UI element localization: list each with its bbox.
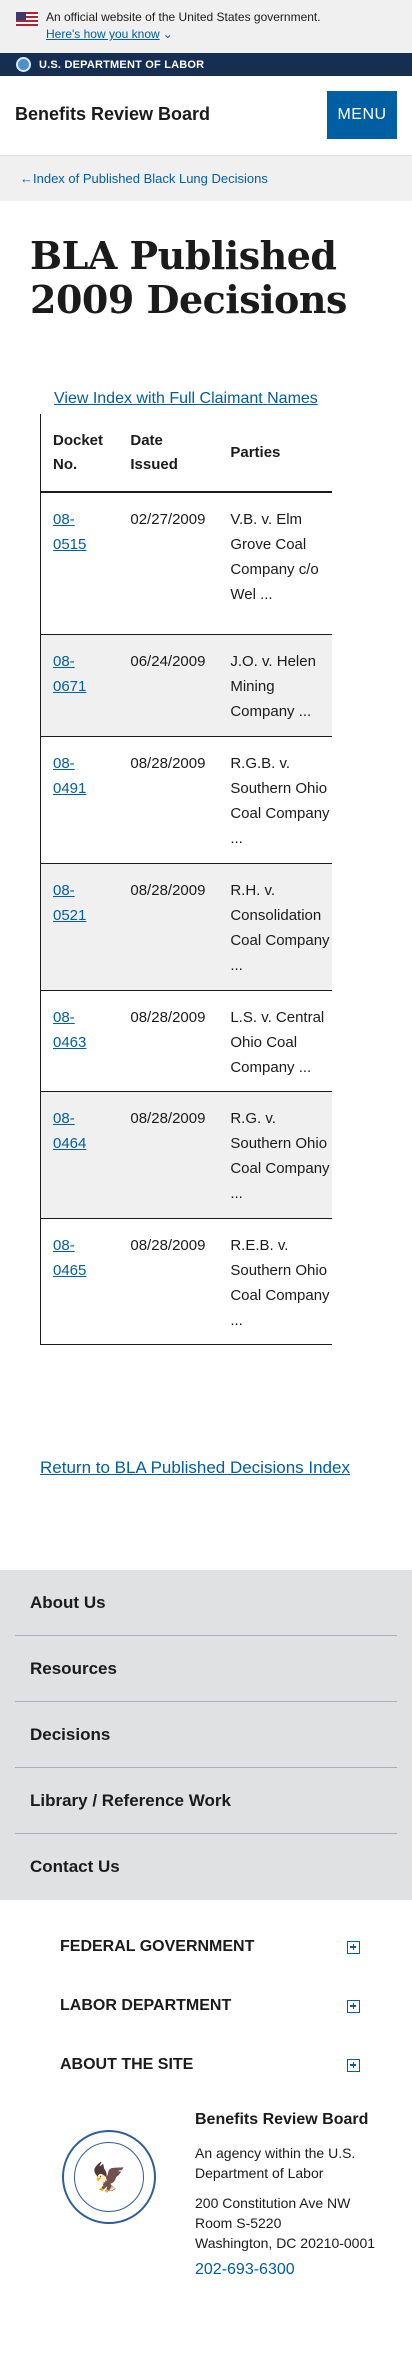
table-row: 08-0515 02/27/2009 V.B. v. Elm Grove Coa… (40, 492, 332, 635)
chevron-down-icon: ⌄ (162, 27, 173, 41)
footer-phone-link[interactable]: 202-693-6300 (195, 2259, 395, 2281)
breadcrumb-link[interactable]: ←Index of Published Black Lung Decisions (20, 171, 268, 186)
footer-section-label: LABOR DEPARTMENT (60, 1997, 232, 2014)
parties-cell: R.H. v. Consolidation Coal Company ... (218, 863, 332, 991)
site-header: Benefits Review Board MENU (0, 76, 412, 156)
footer-nav-library[interactable]: Library / Reference Work (15, 1768, 397, 1834)
docket-cell: 08-0521 (40, 863, 119, 991)
dol-seal-small-icon (16, 57, 31, 72)
header-parties: Parties (218, 414, 332, 493)
table-row: 08-0671 06/24/2009 J.O. v. Helen Mining … (40, 634, 332, 737)
return-to-index-link[interactable]: Return to BLA Published Decisions Index (40, 1458, 350, 1478)
footer-nav-about-us[interactable]: About Us (15, 1570, 397, 1636)
decisions-table: Docket No. Date Issued Parties 08-0515 0… (40, 414, 332, 1345)
breadcrumb: ←Index of Published Black Lung Decisions (0, 156, 412, 201)
docket-link[interactable]: 08-0465 (53, 1237, 86, 1279)
footer-address-3: Washington, DC 20210-0001 (195, 2235, 376, 2251)
date-cell: 08/28/2009 (118, 863, 219, 991)
footer-agency-info: Benefits Review Board An agency within t… (195, 2109, 395, 2281)
heres-how-you-know-label: Here's how you know (46, 27, 160, 41)
agency-bar-label[interactable]: U.S. DEPARTMENT OF LABOR (39, 59, 204, 71)
gov-banner-text: An official website of the United States… (46, 10, 321, 24)
footer-section-label: FEDERAL GOVERNMENT (60, 1938, 255, 1955)
date-cell: 08/28/2009 (118, 1218, 219, 1345)
docket-cell: 08-0671 (40, 634, 119, 737)
table-row: 08-0463 08/28/2009 L.S. v. Central Ohio … (40, 990, 332, 1092)
table-row: 08-0491 08/28/2009 R.G.B. v. Southern Oh… (40, 736, 332, 864)
gov-banner: An official website of the United States… (0, 0, 412, 53)
docket-link[interactable]: 08-0491 (53, 755, 86, 797)
footer-section-label: ABOUT THE SITE (60, 2056, 194, 2073)
agency-bar: U.S. DEPARTMENT OF LABOR (0, 53, 412, 76)
docket-link[interactable]: 08-0464 (53, 1110, 86, 1152)
footer-address-1: 200 Constitution Ave NW (195, 2195, 351, 2211)
docket-cell: 08-0464 (40, 1091, 119, 1219)
footer-section-labor-department[interactable]: LABOR DEPARTMENT (60, 1991, 360, 2021)
parties-cell: R.E.B. v. Southern Ohio Coal Company ... (218, 1218, 332, 1345)
page-title: BLA Published 2009 Decisions (30, 233, 347, 322)
table-row: 08-0465 08/28/2009 R.E.B. v. Southern Oh… (40, 1218, 332, 1345)
date-cell: 08/28/2009 (118, 736, 219, 864)
footer-nav-contact-us[interactable]: Contact Us (15, 1834, 397, 1900)
date-cell: 06/24/2009 (118, 634, 219, 737)
footer-agency-desc-2: Department of Labor (195, 2165, 324, 2181)
plus-box-icon (347, 2058, 360, 2072)
seal-emblem: 🦅 (74, 2142, 144, 2212)
footer-section-federal-government[interactable]: FEDERAL GOVERNMENT (60, 1932, 360, 1962)
header-docket: Docket No. (40, 414, 119, 493)
footer-nav: About Us Resources Decisions Library / R… (0, 1570, 412, 1900)
dol-seal-icon: 🦅 (62, 2130, 156, 2224)
header-date: Date Issued (118, 414, 219, 493)
parties-cell: L.S. v. Central Ohio Coal Company ... (218, 990, 332, 1092)
arrow-left-icon: ← (20, 171, 33, 186)
footer-nav-resources[interactable]: Resources (15, 1636, 397, 1702)
plus-box-icon (347, 1999, 360, 2013)
breadcrumb-label: Index of Published Black Lung Decisions (33, 171, 268, 186)
docket-cell: 08-0465 (40, 1218, 119, 1345)
parties-cell: R.G. v. Southern Ohio Coal Company ... (218, 1091, 332, 1219)
docket-cell: 08-0463 (40, 990, 119, 1092)
date-cell: 02/27/2009 (118, 492, 219, 635)
docket-link[interactable]: 08-0671 (53, 653, 86, 695)
parties-cell: J.O. v. Helen Mining Company ... (218, 634, 332, 737)
docket-link[interactable]: 08-0463 (53, 1009, 86, 1051)
date-cell: 08/28/2009 (118, 1091, 219, 1219)
docket-link[interactable]: 08-0515 (53, 511, 86, 553)
table-row: 08-0521 08/28/2009 R.H. v. Consolidation… (40, 863, 332, 991)
footer-section-about-the-site[interactable]: ABOUT THE SITE (60, 2050, 360, 2080)
docket-cell: 08-0491 (40, 736, 119, 864)
docket-link[interactable]: 08-0521 (53, 882, 86, 924)
footer-address-2: Room S-5220 (195, 2215, 282, 2231)
table-row: 08-0464 08/28/2009 R.G. v. Southern Ohio… (40, 1091, 332, 1219)
footer-agency-name: Benefits Review Board (195, 2111, 369, 2128)
heres-how-you-know-link[interactable]: Here's how you know ⌄ (46, 26, 173, 42)
docket-cell: 08-0515 (40, 492, 119, 635)
us-flag-icon (16, 12, 38, 26)
footer-nav-decisions[interactable]: Decisions (15, 1702, 397, 1768)
site-title[interactable]: Benefits Review Board (15, 104, 210, 125)
parties-cell: R.G.B. v. Southern Ohio Coal Company ... (218, 736, 332, 864)
table-header-row: Docket No. Date Issued Parties (40, 414, 332, 493)
footer-agency-desc-1: An agency within the U.S. (195, 2145, 356, 2161)
parties-cell: V.B. v. Elm Grove Coal Company c/o Wel .… (218, 492, 332, 635)
menu-button[interactable]: MENU (327, 91, 397, 139)
plus-box-icon (347, 1940, 360, 1954)
view-index-link[interactable]: View Index with Full Claimant Names (54, 390, 318, 408)
date-cell: 08/28/2009 (118, 990, 219, 1092)
